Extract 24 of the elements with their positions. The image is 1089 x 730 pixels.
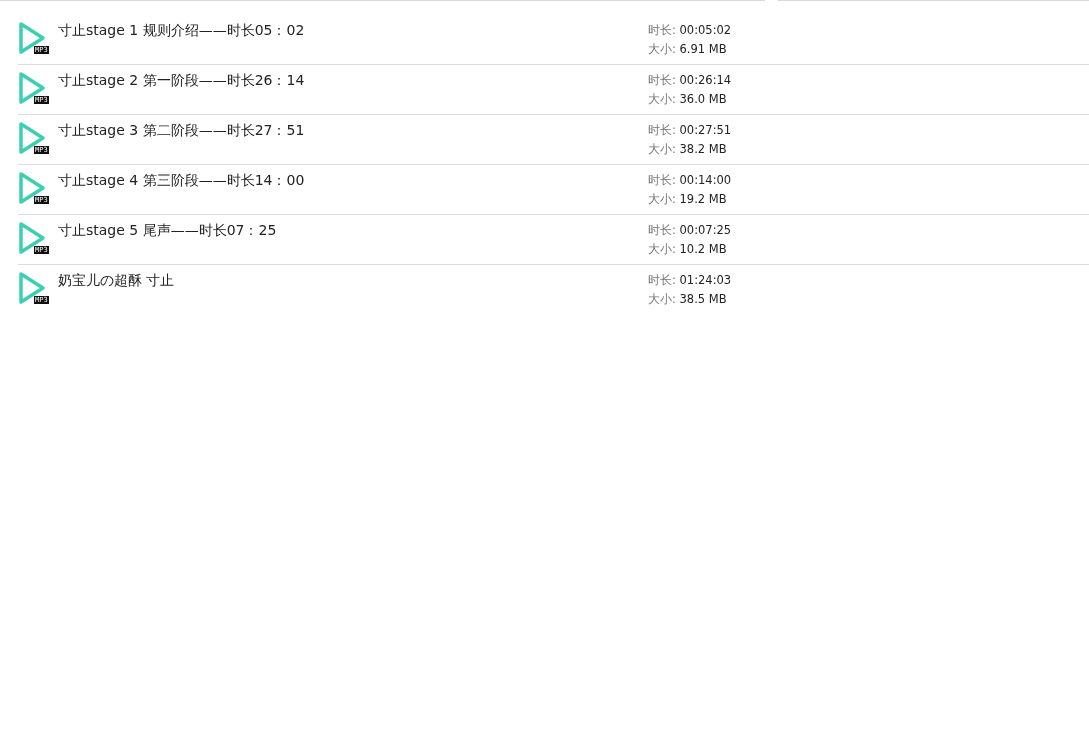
duration-text: 时长: 00:05:02 xyxy=(648,22,732,39)
file-name[interactable]: 寸止stage 3 第二阶段——时长27：51 xyxy=(58,121,648,164)
play-icon xyxy=(18,121,46,155)
duration-text: 时长: 00:14:00 xyxy=(648,172,732,189)
size-text: 大小: 38.2 MB xyxy=(648,141,728,158)
file-name[interactable]: 寸止stage 5 尾声——时长07：25 xyxy=(58,221,648,264)
file-name[interactable]: 寸止stage 4 第三阶段——时长14：00 xyxy=(58,171,648,214)
play-icon xyxy=(18,221,46,255)
duration-text: 时长: 00:27:51 xyxy=(648,122,732,139)
duration-text: 时长: 00:26:14 xyxy=(648,72,732,89)
duration-text: 时长: 01:24:03 xyxy=(648,272,732,289)
duration-text: 时长: 00:07:25 xyxy=(648,222,732,239)
size-text: 大小: 36.0 MB xyxy=(648,91,728,108)
size-text: 大小: 10.2 MB xyxy=(648,241,728,258)
play-icon xyxy=(18,71,46,105)
file-name[interactable]: 寸止stage 1 规则介绍——时长05：02 xyxy=(58,21,648,64)
size-text: 大小: 6.91 MB xyxy=(648,41,728,58)
file-name[interactable]: 奶宝儿の超酥 寸止 xyxy=(58,271,648,314)
size-text: 大小: 38.5 MB xyxy=(648,291,728,308)
size-text: 大小: 19.2 MB xyxy=(648,191,728,208)
play-icon xyxy=(18,171,46,205)
file-name[interactable]: 寸止stage 2 第一阶段——时长26：14 xyxy=(58,71,648,114)
play-icon xyxy=(18,271,46,305)
play-icon xyxy=(18,21,46,55)
